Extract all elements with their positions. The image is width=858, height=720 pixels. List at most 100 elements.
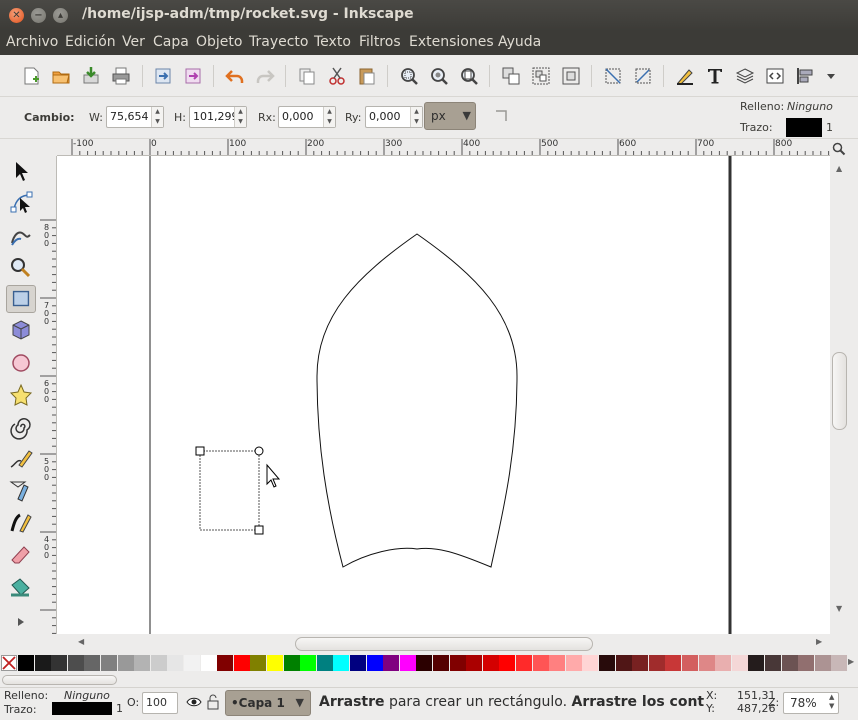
star-tool-icon[interactable]	[6, 381, 36, 409]
palette-swatch[interactable]	[267, 655, 283, 671]
zoom-selection-icon[interactable]	[398, 65, 420, 87]
palette-swatch[interactable]	[399, 655, 416, 671]
menu-capa[interactable]: Capa	[153, 34, 189, 50]
menu-texto[interactable]: Texto	[314, 34, 351, 50]
fill-stroke-icon[interactable]	[674, 65, 696, 87]
drawing-canvas[interactable]	[57, 156, 830, 634]
scroll-up-icon[interactable]: ▲	[836, 164, 842, 173]
palette-swatch[interactable]	[51, 655, 68, 671]
palette-swatch[interactable]	[117, 655, 134, 671]
group-icon[interactable]	[500, 65, 522, 87]
3d-box-tool-icon[interactable]	[6, 317, 36, 345]
palette-swatch[interactable]	[632, 655, 649, 671]
undo-icon[interactable]	[224, 65, 246, 87]
ungroup-icon[interactable]	[530, 65, 552, 87]
menu-extensiones[interactable]: Extensiones	[409, 34, 494, 50]
ellipse-tool-icon[interactable]	[6, 349, 36, 377]
palette-swatch[interactable]	[665, 655, 682, 671]
ry-spin-arrows[interactable]: ▲ ▼	[410, 107, 422, 127]
palette-swatch[interactable]	[499, 655, 516, 671]
horizontal-ruler[interactable]: -100 0 100 200 300 400 500 600 700 800	[57, 139, 830, 156]
palette-swatch[interactable]	[233, 655, 250, 671]
tweak-tool-icon[interactable]	[6, 221, 36, 249]
toolbar-overflow-icon[interactable]	[820, 65, 842, 87]
width-input[interactable]: 75,654 ▲ ▼	[106, 106, 164, 128]
pencil-tool-icon[interactable]	[6, 445, 36, 473]
palette-swatch[interactable]	[200, 655, 217, 671]
scroll-right-icon[interactable]: ▶	[816, 637, 822, 646]
palette-swatch[interactable]	[516, 655, 532, 671]
palette-swatch[interactable]	[350, 655, 366, 671]
palette-swatch[interactable]	[416, 655, 433, 671]
spiral-tool-icon[interactable]	[6, 413, 36, 441]
palette-swatch[interactable]	[814, 655, 831, 671]
palette-swatch[interactable]	[715, 655, 732, 671]
window-maximize-button[interactable]: ▴	[53, 8, 68, 23]
palette-swatch[interactable]	[798, 655, 815, 671]
status-stroke-width[interactable]: 1	[116, 702, 123, 715]
scroll-left-icon[interactable]: ◀	[78, 637, 84, 646]
fill-indicator-value[interactable]: Ninguno	[787, 100, 833, 113]
resize-handle[interactable]	[195, 446, 205, 456]
snap-nodes-icon[interactable]	[632, 65, 654, 87]
palette-swatch[interactable]	[698, 655, 715, 671]
export-icon[interactable]	[152, 65, 174, 87]
align-icon[interactable]	[794, 65, 816, 87]
layers-icon[interactable]	[734, 65, 756, 87]
palette-swatch[interactable]	[682, 655, 698, 671]
zoom-page-icon[interactable]	[458, 65, 480, 87]
palette-swatch[interactable]	[366, 655, 383, 671]
reset-corners-icon[interactable]	[493, 107, 511, 125]
palette-swatch[interactable]	[599, 655, 615, 671]
status-fill-value[interactable]: Ninguno	[64, 689, 110, 702]
ry-input[interactable]: 0,000 ▲ ▼	[365, 106, 423, 128]
print-icon[interactable]	[110, 65, 132, 87]
palette-swatch[interactable]	[433, 655, 449, 671]
rectangle-tool-icon[interactable]	[6, 285, 36, 313]
cut-icon[interactable]	[326, 65, 348, 87]
layer-select[interactable]: •Capa 1 ▼	[225, 690, 311, 716]
palette-swatch[interactable]	[67, 655, 84, 671]
paint-bucket-tool-icon[interactable]	[6, 573, 36, 601]
palette-scroll-thumb[interactable]	[2, 675, 117, 685]
stroke-color-swatch[interactable]	[786, 118, 822, 137]
palette-swatch[interactable]	[582, 655, 599, 671]
menu-ver[interactable]: Ver	[122, 34, 145, 50]
palette-swatch[interactable]	[549, 655, 566, 671]
palette-swatch[interactable]	[648, 655, 665, 671]
palette-swatch[interactable]	[781, 655, 798, 671]
width-spin-arrows[interactable]: ▲ ▼	[151, 107, 163, 127]
menu-objeto[interactable]: Objeto	[196, 34, 242, 50]
palette-swatch[interactable]	[34, 655, 51, 671]
palette-swatch[interactable]	[18, 655, 34, 671]
zoom-corner-icon[interactable]	[831, 141, 847, 157]
palette-swatch[interactable]	[831, 655, 848, 671]
scroll-down-icon[interactable]: ▼	[836, 604, 842, 613]
palette-swatch[interactable]	[383, 655, 400, 671]
stroke-width-value[interactable]: 1	[826, 121, 833, 134]
zoom-drawing-icon[interactable]	[428, 65, 450, 87]
calligraphy-tool-icon[interactable]	[6, 509, 36, 537]
resize-handle[interactable]	[254, 525, 264, 535]
palette-swatch[interactable]	[615, 655, 632, 671]
height-spin-arrows[interactable]: ▲ ▼	[234, 107, 246, 127]
import-icon[interactable]	[80, 65, 102, 87]
node-tool-icon[interactable]	[6, 189, 36, 217]
vertical-scroll-thumb[interactable]	[832, 352, 847, 430]
palette-swatch[interactable]	[300, 655, 317, 671]
selector-icon[interactable]	[6, 157, 36, 185]
duplicate-icon[interactable]	[296, 65, 318, 87]
palette-swatch[interactable]	[333, 655, 350, 671]
unit-select[interactable]: px ▼	[424, 102, 476, 130]
paste-icon[interactable]	[356, 65, 378, 87]
snap-icon[interactable]	[602, 65, 624, 87]
export-bitmap-icon[interactable]	[182, 65, 204, 87]
window-minimize-button[interactable]: −	[31, 8, 46, 23]
zoom-spin-arrows[interactable]: ▲ ▼	[829, 693, 834, 711]
palette-swatch[interactable]	[532, 655, 549, 671]
text-icon[interactable]	[704, 65, 726, 87]
palette-swatch[interactable]	[283, 655, 300, 671]
palette-scrollbar[interactable]	[0, 673, 858, 687]
new-document-icon[interactable]	[20, 65, 42, 87]
menu-edicion[interactable]: Edición	[65, 34, 116, 50]
